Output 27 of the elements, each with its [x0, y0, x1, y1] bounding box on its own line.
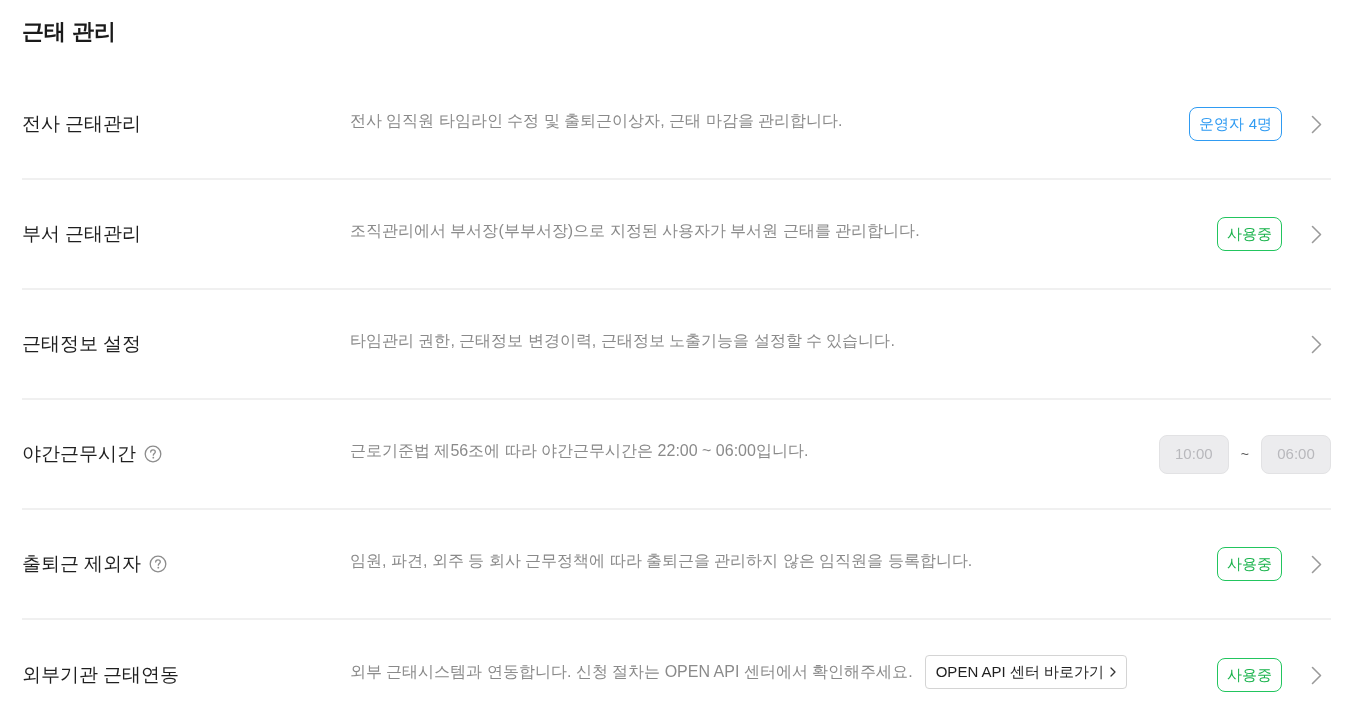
setting-description: 외부 근태시스템과 연동합니다. 신청 절차는 OPEN API 센터에서 확인해주세요.: [350, 662, 913, 682]
help-icon[interactable]: [149, 555, 168, 573]
setting-description: 전사 임직원 타임라인 수정 및 출퇴근이상자, 근태 마감을 관리합니다.: [350, 111, 843, 131]
setting-description: 임원, 파견, 외주 등 회사 근무정책에 따라 출퇴근을 관리하지 않은 임직원을 등록합니다.: [350, 551, 973, 571]
status-badge: 사용중: [1217, 658, 1282, 692]
help-icon[interactable]: [144, 445, 162, 463]
setting-label: 출퇴근 제외자: [22, 552, 142, 576]
chevron-right-icon[interactable]: [1311, 334, 1322, 354]
operator-count-badge: 운영자 4명: [1189, 107, 1282, 141]
status-badge: 사용중: [1217, 217, 1282, 251]
setting-description: 근로기준법 제56조에 따라 야간근무시간은 22:00 ~ 06:00입니다.: [350, 441, 809, 461]
setting-label: 야간근무시간: [22, 442, 136, 466]
page-title: 근태 관리: [22, 18, 117, 46]
setting-label: 전사 근태관리: [22, 112, 142, 136]
setting-label: 부서 근태관리: [22, 222, 142, 246]
setting-label: 근태정보 설정: [22, 332, 142, 356]
setting-description: 조직관리에서 부서장(부부서장)으로 지정된 사용자가 부서원 근태를 관리합니다.: [350, 221, 920, 241]
chevron-right-icon: [1110, 667, 1117, 677]
range-separator: ~: [1240, 444, 1249, 464]
chevron-right-icon[interactable]: [1311, 224, 1322, 244]
open-api-link-button[interactable]: OPEN API 센터 바로가기: [924, 655, 1128, 689]
chevron-right-icon[interactable]: [1311, 554, 1322, 574]
chevron-right-icon[interactable]: [1311, 665, 1322, 685]
setting-label: 외부기관 근태연동: [22, 663, 180, 687]
chevron-right-icon[interactable]: [1311, 114, 1322, 134]
setting-description: 타임관리 권한, 근태정보 변경이력, 근태정보 노출기능을 설정할 수 있습니다.: [350, 331, 895, 351]
status-badge: 사용중: [1217, 547, 1282, 581]
